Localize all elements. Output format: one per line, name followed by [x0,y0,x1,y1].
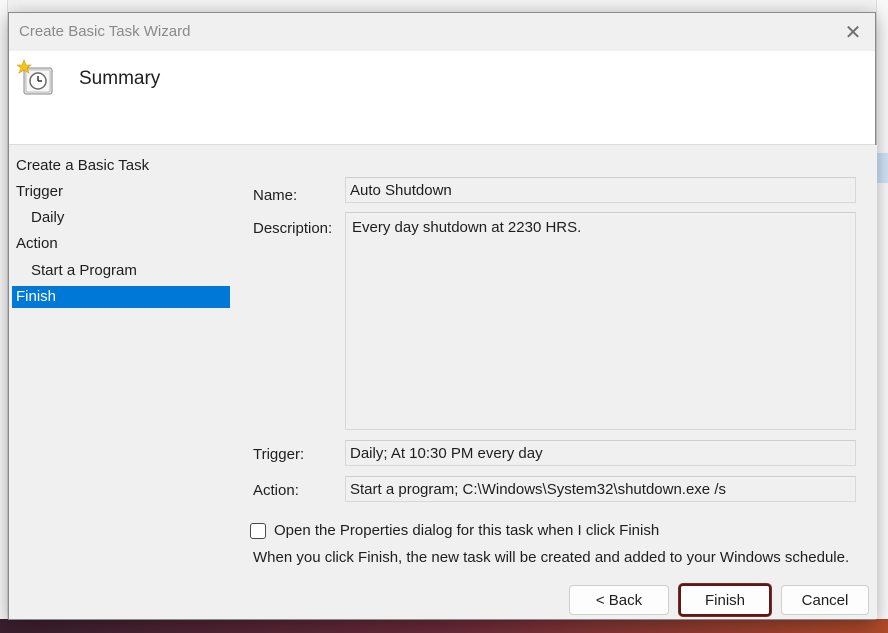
name-label: Name: [253,187,298,204]
title-bar: Create Basic Task Wizard ✕ [9,13,875,51]
wizard-steps-sidebar: Create a Basic Task Trigger Daily Action… [9,145,231,619]
finish-info-text: When you click Finish, the new task will… [253,549,850,566]
step-create-basic-task: Create a Basic Task [16,157,150,174]
step-daily: Daily [31,209,65,226]
task-scheduler-clock-icon [17,59,53,95]
back-button[interactable]: < Back [569,585,669,615]
create-basic-task-wizard-dialog: Create Basic Task Wizard ✕ Summary Creat… [8,12,877,620]
step-start-a-program: Start a Program [31,262,137,279]
desktop-wallpaper-strip [0,619,888,633]
description-label: Description: [253,220,333,237]
background-right-panel [876,0,888,620]
background-selection [877,153,888,183]
step-trigger: Trigger [16,183,63,200]
window-title: Create Basic Task Wizard [19,23,191,40]
open-properties-checkbox[interactable] [250,522,266,539]
background-left-panel [0,0,8,620]
page-title: Summary [79,68,161,89]
trigger-label: Trigger: [253,446,305,463]
open-properties-option[interactable]: Open the Properties dialog for this task… [250,522,659,539]
close-icon[interactable]: ✕ [839,19,867,45]
cancel-button[interactable]: Cancel [781,585,869,615]
wizard-header: Summary [9,51,875,145]
open-properties-label[interactable]: Open the Properties dialog for this task… [274,522,659,539]
description-field: Every day shutdown at 2230 HRS. [345,212,856,430]
finish-button[interactable]: Finish [679,584,771,616]
step-finish: Finish [12,286,230,308]
name-field: Auto Shutdown [345,177,856,203]
action-label: Action: [253,482,299,499]
summary-panel: Name: Auto Shutdown Description: Every d… [231,145,877,619]
step-action: Action [16,235,58,252]
action-field: Start a program; C:\Windows\System32\shu… [345,476,856,502]
trigger-field: Daily; At 10:30 PM every day [345,440,856,466]
